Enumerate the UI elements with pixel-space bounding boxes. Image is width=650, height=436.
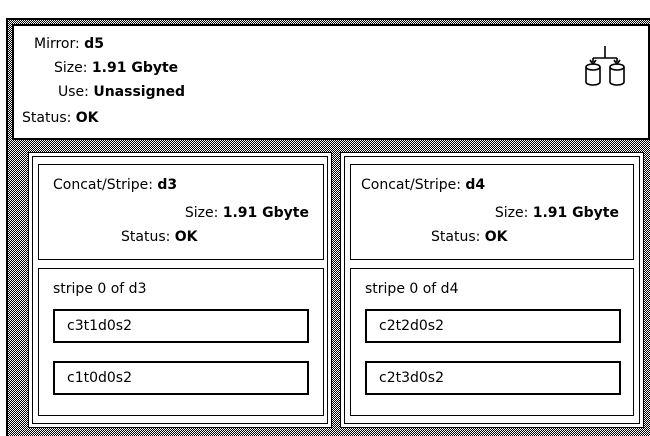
size-label: Size: [54,60,88,76]
mirror-status-row: Status: OK [22,108,99,128]
status-label: Status: [22,110,72,126]
concat-label: Concat/Stripe: [53,177,153,193]
stripe-title: stripe 0 of d4 [365,281,459,297]
mirror-size: 1.91 Gbyte [91,60,179,76]
stripe-title: stripe 0 of d3 [53,281,147,297]
mirror-size-row: Size: 1.91 Gbyte [54,58,178,78]
concat-name: d4 [465,177,486,193]
size-label: Size: [494,205,529,221]
concat-size: 1.91 Gbyte [532,205,619,221]
concat-status: OK [174,229,198,245]
status-label: Status: [431,229,481,245]
concat-status: OK [484,229,508,245]
concat-d4-name-row: Concat/Stripe: d4 [361,175,485,195]
slice-c2t2d0s2[interactable]: c2t2d0s2 [365,309,621,343]
mirror-label: Mirror: [34,36,80,52]
mirror-use-row: Use: Unassigned [58,82,185,102]
mirror-disks-icon [585,46,625,86]
concat-d3-status-row: Status: OK [121,227,198,247]
concat-label: Concat/Stripe: [361,177,461,193]
slice-c2t3d0s2[interactable]: c2t3d0s2 [365,361,621,395]
concat-d3-size-row: Size: 1.91 Gbyte [185,203,309,223]
concat-d4-status-row: Status: OK [431,227,508,247]
stripe-d3-box[interactable]: stripe 0 of d3 c3t1d0s2 c1t0d0s2 [38,268,324,416]
concat-stripe-d3-box[interactable]: Concat/Stripe: d3 Size: 1.91 Gbyte Statu… [38,164,324,260]
concat-size: 1.91 Gbyte [222,205,309,221]
concat-d3-name-row: Concat/Stripe: d3 [53,175,177,195]
concat-name: d3 [157,177,178,193]
concat-d4-size-row: Size: 1.91 Gbyte [495,203,619,223]
slice-c1t0d0s2[interactable]: c1t0d0s2 [53,361,309,395]
status-label: Status: [121,229,171,245]
mirror-panel[interactable]: Mirror: d5 Size: 1.91 Gbyte Use: Unassig… [12,24,650,140]
mirror-use: Unassigned [93,84,186,100]
mirror-status: OK [75,110,99,126]
slice-c3t1d0s2[interactable]: c3t1d0s2 [53,309,309,343]
size-label: Size: [184,205,219,221]
use-label: Use: [58,84,89,100]
mirror-name: d5 [84,36,104,52]
stripe-d4-box[interactable]: stripe 0 of d4 c2t2d0s2 c2t3d0s2 [350,268,634,416]
concat-stripe-d4-box[interactable]: Concat/Stripe: d4 Size: 1.91 Gbyte Statu… [350,164,634,260]
mirror-name-row: Mirror: d5 [34,34,104,54]
